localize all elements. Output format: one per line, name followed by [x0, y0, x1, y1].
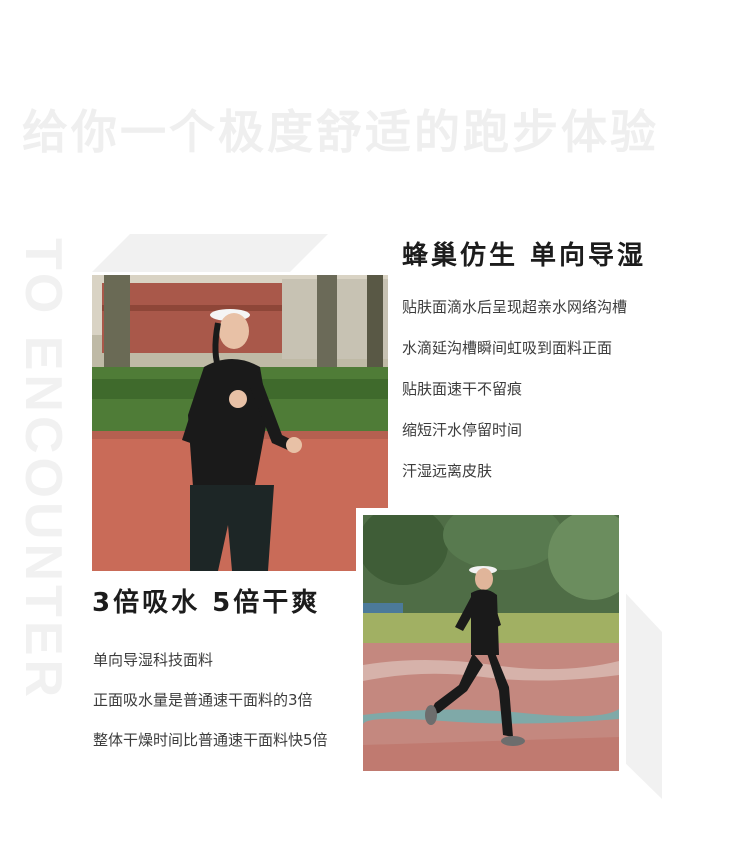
feature-item: 正面吸水量是普通速干面料的3倍	[93, 691, 313, 709]
background-watermark-title: 给你一个极度舒适的跑步体验	[22, 105, 659, 159]
section-1-heading: 蜂巢仿生 单向导湿	[402, 241, 647, 271]
vertical-watermark-text: TO ENCOUNTER	[14, 238, 72, 702]
feature-item: 整体干燥时间比普通速干面料快5倍	[93, 731, 328, 749]
feature-item: 单向导湿科技面料	[93, 651, 214, 669]
runner-photo-field	[363, 515, 619, 771]
feature-item: 汗湿远离皮肤	[402, 462, 493, 480]
feature-item: 缩短汗水停留时间	[402, 421, 523, 439]
section-1-feature-list: 贴肤面滴水后呈现超亲水网络沟槽 水滴延沟槽瞬间虹吸到面料正面 贴肤面速干不留痕 …	[402, 297, 627, 502]
feature-item: 贴肤面速干不留痕	[402, 380, 523, 398]
section-2-feature-list: 单向导湿科技面料 正面吸水量是普通速干面料的3倍 整体干燥时间比普通速干面料快5…	[93, 650, 328, 770]
product-detail-page: 给你一个极度舒适的跑步体验 TO ENCOUNTER 蜂巢仿生 单向导湿 贴肤面…	[0, 0, 750, 859]
section-2-heading: 3倍吸水 5倍干爽	[92, 588, 321, 618]
feature-item: 贴肤面滴水后呈现超亲水网络沟槽	[402, 298, 628, 316]
feature-item: 水滴延沟槽瞬间虹吸到面料正面	[402, 339, 613, 357]
runner-photo-track	[92, 275, 388, 571]
decorative-parallelogram	[92, 234, 328, 272]
